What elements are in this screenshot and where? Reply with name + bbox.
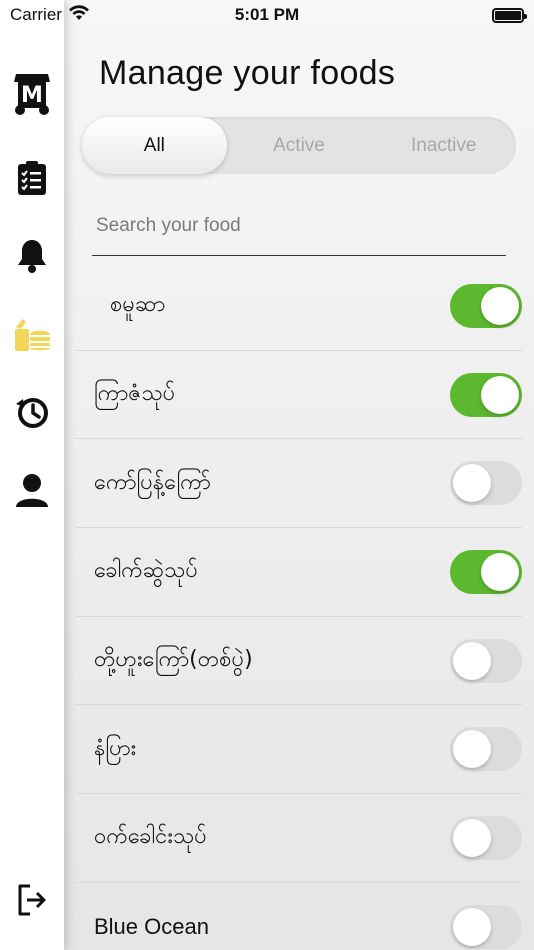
food-name: စမူဆာ [110, 292, 166, 318]
toggle-knob [453, 641, 491, 680]
tab-all[interactable]: All [82, 117, 227, 174]
food-name: ဝက်ခေါင်းသုပ် [94, 824, 207, 850]
filter-tabs: All Active Inactive [82, 117, 516, 174]
food-toggle[interactable] [450, 638, 522, 683]
food-name: ကော်ပြန့်ကြော် [94, 469, 211, 495]
history-icon[interactable] [12, 392, 52, 432]
toggle-knob [481, 286, 519, 325]
toggle-knob [453, 818, 491, 857]
toggle-knob [481, 552, 519, 591]
food-list: စမူဆာ ကြာဇံသုပ် ကော်ပြန့်ကြော် ခေါက်ဆွဲသ… [76, 262, 522, 950]
logo-letter: M [21, 83, 43, 108]
food-name: ခေါက်ဆွဲသုပ် [94, 558, 198, 584]
food-toggle[interactable] [450, 905, 522, 950]
bell-icon[interactable] [12, 236, 52, 276]
search-input[interactable] [92, 196, 506, 255]
food-row: နံပြား [76, 705, 522, 795]
status-bar: Carrier 5:01 PM [0, 0, 534, 30]
food-row: ကြာဇံသုပ် [76, 351, 522, 440]
tab-inactive[interactable]: Inactive [371, 117, 516, 174]
toggle-knob [453, 908, 491, 947]
food-toggle[interactable] [450, 549, 522, 594]
food-row: ဝက်ခေါင်းသုပ် [76, 794, 522, 883]
food-name: နံပြား [94, 735, 137, 761]
food-row: Blue Ocean [76, 883, 522, 950]
status-time: 5:01 PM [234, 5, 300, 24]
food-toggle[interactable] [450, 815, 522, 860]
toggle-knob [453, 464, 491, 503]
search-field [92, 196, 506, 256]
food-icon[interactable] [12, 314, 52, 354]
food-row: ကော်ပြန့်ကြော် [76, 439, 522, 529]
food-row: ခေါက်ဆွဲသုပ် [76, 528, 522, 617]
food-toggle[interactable] [450, 283, 522, 328]
food-row: စမူဆာ [76, 262, 522, 351]
sidebar: M [0, 0, 64, 950]
main-panel: Manage your foods All Active Inactive စမ… [64, 0, 534, 950]
food-name: ကြာဇံသုပ် [94, 381, 176, 407]
food-name: တို့ဟူးကြော်(တစ်ပွဲ) [94, 647, 253, 673]
food-toggle[interactable] [450, 372, 522, 417]
clipboard-icon[interactable] [12, 158, 52, 198]
logo-icon[interactable]: M [12, 74, 52, 115]
toggle-knob [453, 730, 491, 769]
food-name: Blue Ocean [94, 914, 209, 940]
page-title: Manage your foods [99, 54, 396, 92]
food-toggle[interactable] [450, 461, 522, 506]
toggle-knob [481, 375, 519, 414]
logout-icon[interactable] [12, 880, 52, 920]
battery-icon [492, 7, 527, 23]
tab-active[interactable]: Active [227, 117, 372, 174]
profile-icon[interactable] [12, 470, 52, 510]
food-row: တို့ဟူးကြော်(တစ်ပွဲ) [76, 617, 522, 706]
food-toggle[interactable] [450, 727, 522, 772]
